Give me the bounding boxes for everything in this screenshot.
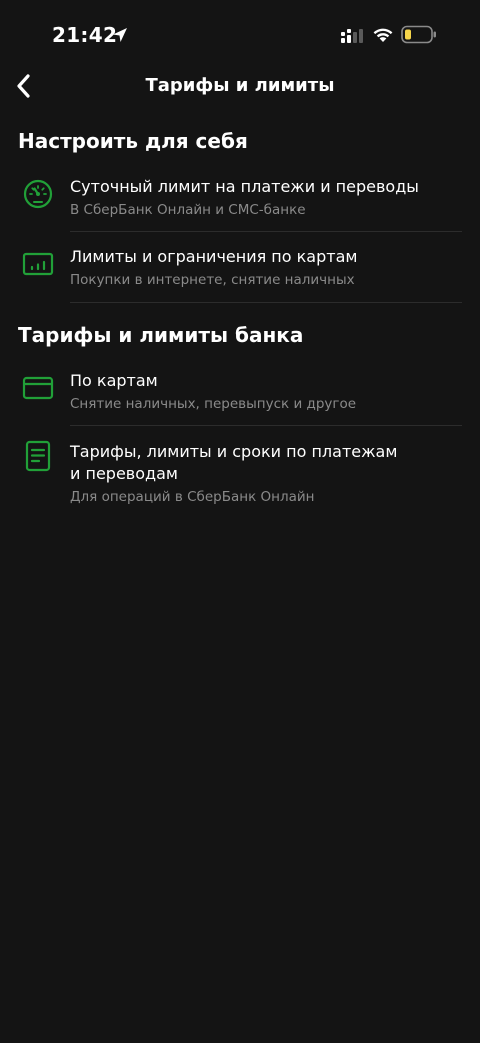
list-item-payment-tariffs[interactable]: Тарифы, лимиты и сроки по платежам и пер… [0, 434, 480, 514]
divider [70, 302, 462, 303]
page-title: Тарифы и лимиты [145, 75, 335, 96]
battery-icon [401, 25, 436, 44]
section-heading-personal: Настроить для себя [18, 129, 248, 153]
item-subtitle: Для операций в СберБанк Онлайн [70, 489, 315, 505]
section-heading-bank: Тарифы и лимиты банка [18, 323, 304, 347]
document-icon [25, 440, 51, 472]
navigation-header: Тарифы и лимиты [0, 62, 480, 112]
status-bar: 21:42 [0, 0, 480, 70]
item-title-line-1: Тарифы, лимиты и сроки по платежам [70, 442, 398, 461]
speedometer-icon [23, 179, 53, 209]
item-subtitle: Снятие наличных, перевыпуск и другое [70, 396, 357, 412]
card-limits-icon [22, 252, 54, 276]
wifi-icon [373, 28, 393, 42]
item-title: Лимиты и ограничения по картам [70, 247, 358, 266]
item-subtitle: Покупки в интернете, снятие наличных [70, 272, 355, 288]
divider [70, 425, 462, 426]
item-subtitle: В СберБанк Онлайн и СМС-банке [70, 202, 306, 218]
divider [70, 231, 462, 232]
card-icon [22, 376, 54, 400]
status-time: 21:42 [52, 23, 118, 47]
list-item-card-limits[interactable]: Лимиты и ограничения по картам Покупки в… [0, 240, 480, 302]
cellular-signal-icon [341, 29, 363, 43]
item-title: Суточный лимит на платежи и переводы [70, 177, 419, 196]
item-title-line-2: и переводам [70, 464, 178, 483]
list-item-daily-limit[interactable]: Суточный лимит на платежи и переводы В С… [0, 170, 480, 232]
list-item-cards[interactable]: По картам Снятие наличных, перевыпуск и … [0, 364, 480, 426]
location-arrow-icon [113, 28, 127, 42]
item-title: По картам [70, 371, 158, 390]
